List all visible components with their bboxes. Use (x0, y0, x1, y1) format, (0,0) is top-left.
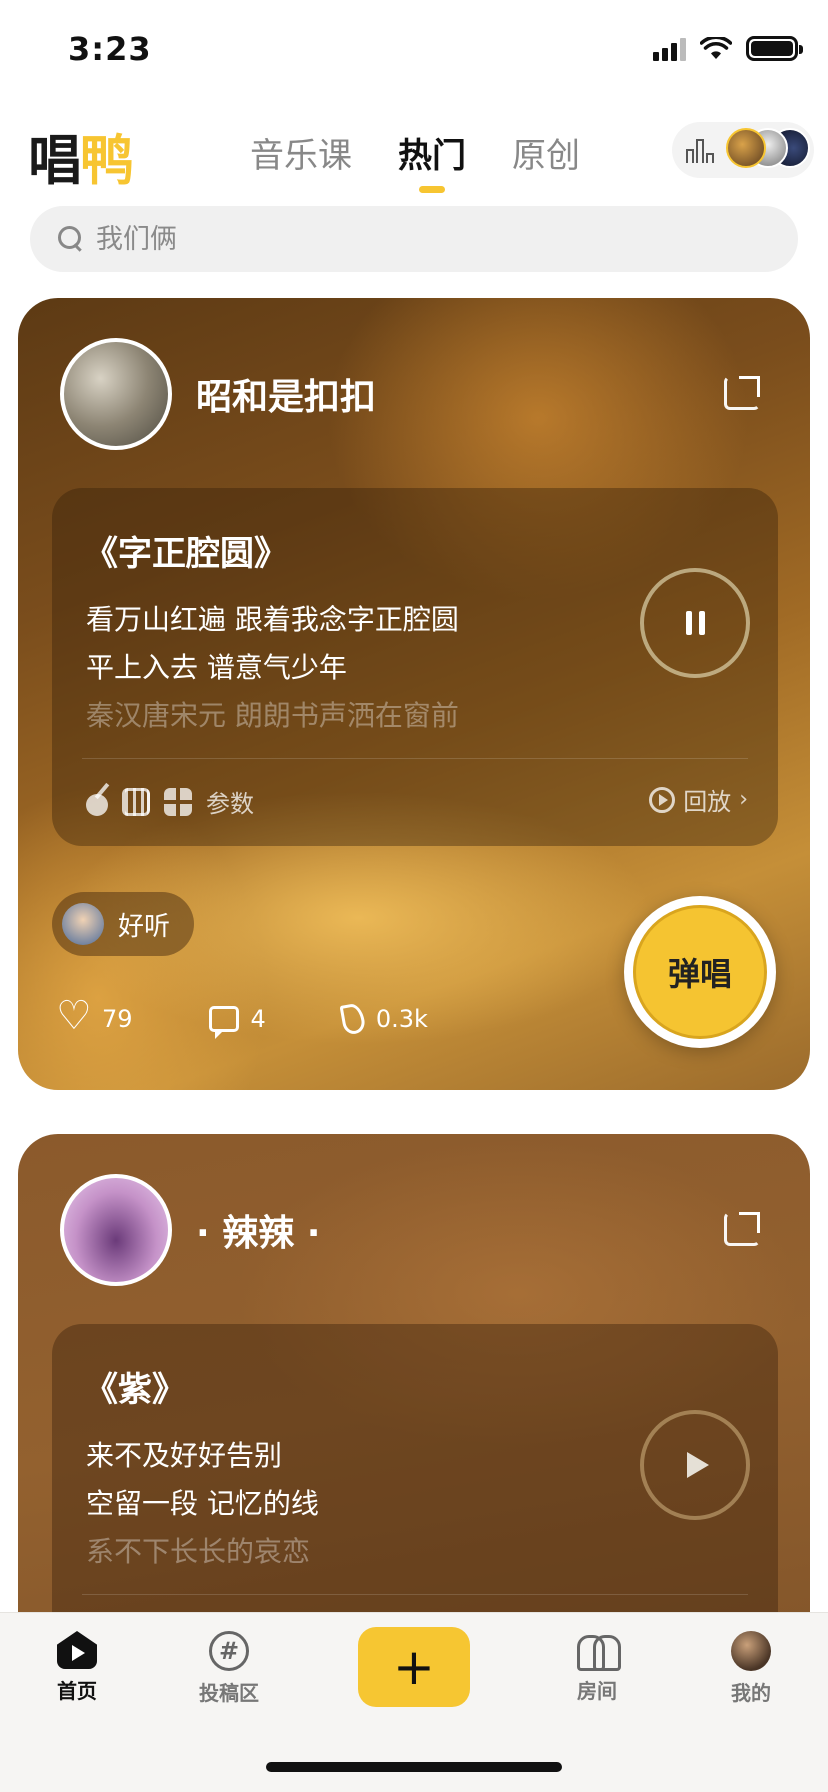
chevron-right-icon: › (739, 787, 748, 812)
logo-char-1: 唱 (28, 129, 82, 192)
replay-label: 回放 (683, 788, 732, 816)
lyrics: 来不及好好告别 空留一段 记忆的线 系不下长长的哀恋 (86, 1432, 319, 1576)
tab-label: 房间 (577, 1679, 617, 1703)
lyric-line: 系不下长长的哀恋 (86, 1535, 311, 1568)
home-indicator (266, 1762, 562, 1772)
instrument-tools[interactable]: 参数 (86, 784, 254, 819)
share-icon[interactable] (724, 376, 760, 410)
comment-chip[interactable]: 好听 (52, 892, 195, 956)
tab-hot[interactable]: 热门 (398, 128, 466, 193)
ranking-icon (686, 137, 716, 163)
username[interactable]: 昭和是扣扣 (196, 368, 376, 420)
app-logo: 唱鸭 (28, 116, 134, 195)
avatar (62, 903, 104, 945)
guitar-icon (86, 793, 108, 816)
divider (82, 1594, 748, 1595)
home-icon (57, 1631, 97, 1669)
battery-icon (746, 36, 803, 61)
play-button[interactable] (640, 1410, 750, 1520)
pause-icon (685, 611, 705, 635)
tab-label: 我的 (731, 1681, 771, 1705)
hot-count: 0.3k (375, 1005, 428, 1033)
replay-icon (649, 786, 676, 813)
wifi-icon (700, 36, 732, 59)
replay-button[interactable]: 回放 › (649, 782, 748, 817)
top-tabs: 音乐课 热门 原创 (250, 128, 580, 193)
comment-text: 好听 (118, 911, 171, 942)
sing-label: 弹唱 (633, 905, 767, 1039)
avatar[interactable] (60, 1174, 172, 1286)
tab-submissions[interactable]: # 投稿区 (174, 1631, 284, 1706)
lyrics: 看万山红遍 跟着我念字正腔圆 平上入去 谱意气少年 秦汉唐宋元 朗朗书声洒在窗前 (86, 596, 459, 740)
ranking-avatars (726, 128, 810, 172)
song-panel: 《字正腔圆》 看万山红遍 跟着我念字正腔圆 平上入去 谱意气少年 秦汉唐宋元 朗… (52, 488, 778, 846)
lyric-line: 平上入去 谱意气少年 (86, 651, 347, 684)
tab-rooms[interactable]: 房间 (542, 1631, 652, 1704)
sing-button[interactable]: 弹唱 (624, 896, 776, 1048)
avatar[interactable] (60, 338, 172, 450)
header: 唱鸭 音乐课 热门 原创 (0, 110, 828, 193)
piano-icon (122, 787, 150, 816)
divider (82, 758, 748, 759)
comment-count: 4 (250, 1005, 266, 1033)
heart-icon (56, 993, 92, 1039)
tab-me[interactable]: 我的 (696, 1631, 806, 1706)
post-header: · 辣辣 · (60, 1174, 770, 1286)
status-time: 3:23 (68, 30, 152, 68)
lyric-line: 空留一段 记忆的线 (86, 1487, 319, 1520)
lyric-line: 秦汉唐宋元 朗朗书声洒在窗前 (86, 699, 459, 732)
hot-button[interactable]: 0.3k (339, 1002, 428, 1036)
signal-icon (653, 37, 686, 61)
create-button[interactable]: + (358, 1627, 470, 1707)
tab-home[interactable]: 首页 (22, 1631, 132, 1704)
tab-music-class[interactable]: 音乐课 (250, 128, 352, 177)
lyric-line: 来不及好好告别 (86, 1439, 283, 1472)
hash-icon: # (209, 1631, 249, 1671)
tab-label: 首页 (57, 1679, 97, 1703)
lyric-line: 看万山红遍 跟着我念字正腔圆 (86, 603, 459, 636)
room-icon (575, 1631, 621, 1671)
search-icon (58, 226, 84, 252)
song-title: 《字正腔圆》 (84, 534, 288, 574)
search-input[interactable] (96, 223, 696, 255)
username[interactable]: · 辣辣 · (196, 1204, 320, 1256)
like-count: 79 (102, 1005, 133, 1033)
params-icon (164, 787, 192, 816)
comment-icon (208, 1006, 239, 1039)
logo-char-2: 鸭 (80, 129, 134, 192)
avatar (726, 128, 766, 168)
status-icons (653, 36, 803, 61)
comment-button[interactable]: 4 (208, 1004, 266, 1039)
avatar (731, 1631, 771, 1671)
like-button[interactable]: 79 (56, 993, 133, 1039)
status-bar: 3:23 (0, 0, 828, 100)
post-stats: 79 4 0.3k (56, 993, 428, 1039)
post-card[interactable]: 昭和是扣扣 《字正腔圆》 看万山红遍 跟着我念字正腔圆 平上入去 谱意气少年 秦… (18, 298, 810, 1090)
plus-icon: + (393, 1638, 435, 1696)
pause-button[interactable] (640, 568, 750, 678)
song-title: 《紫》 (84, 1370, 186, 1410)
play-icon (687, 1452, 709, 1478)
flame-icon (339, 1002, 367, 1036)
search-bar[interactable] (30, 206, 798, 272)
params-label: 参数 (206, 790, 254, 818)
ranking-button[interactable] (672, 122, 814, 178)
tab-label: 投稿区 (199, 1681, 259, 1705)
tab-original[interactable]: 原创 (512, 128, 580, 177)
share-icon[interactable] (724, 1212, 760, 1246)
post-header: 昭和是扣扣 (60, 338, 770, 450)
